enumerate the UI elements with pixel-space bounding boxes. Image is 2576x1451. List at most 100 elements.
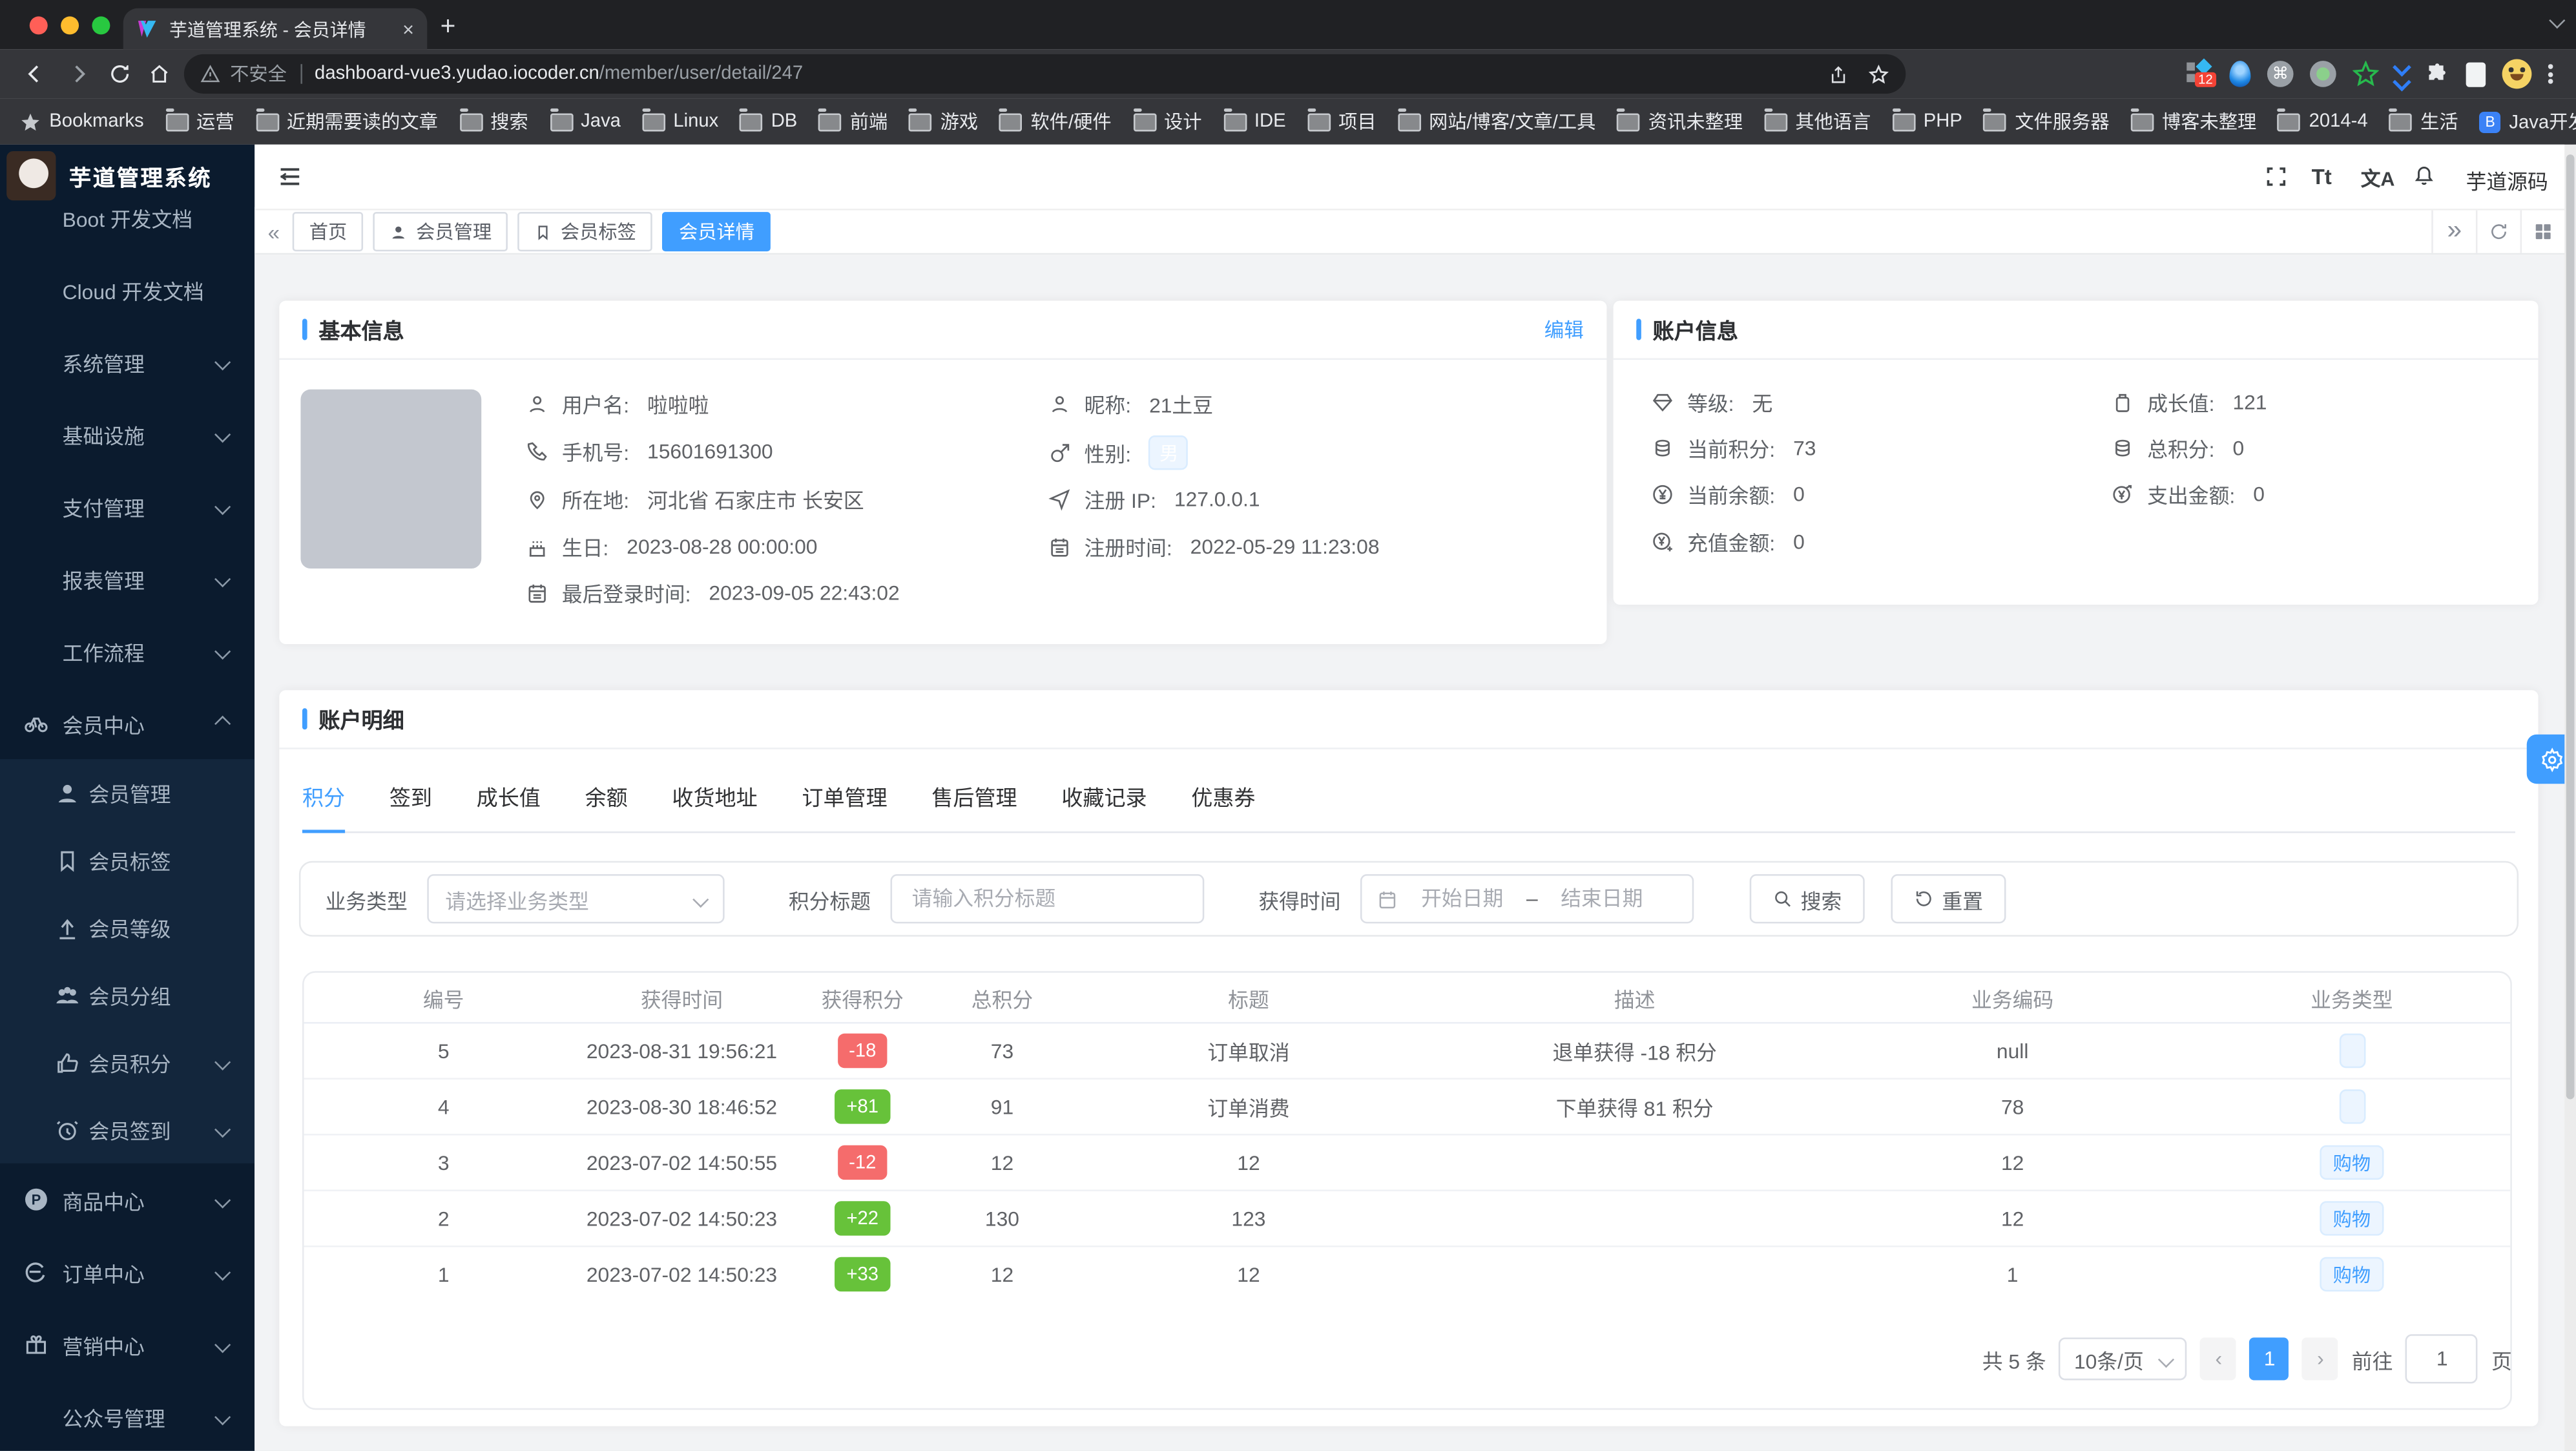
bookmark-folder[interactable]: 其他语言 [1764, 108, 1871, 135]
tag-member-manage[interactable]: 会员管理 [373, 212, 508, 252]
tags-menu-icon[interactable] [2520, 210, 2565, 253]
table-row[interactable]: 1 2023-07-02 14:50:23 +33 12 12 1 购物 [304, 1247, 2511, 1301]
table-row[interactable]: 5 2023-08-31 19:56:21 -18 73 订单取消 退单获得 -… [304, 1024, 2511, 1080]
bookmark-folder[interactable]: PHP [1892, 108, 1962, 131]
sidebar-item-member-manage[interactable]: 会员管理 [0, 759, 254, 826]
tab-points[interactable]: 积分 [302, 766, 346, 833]
tab-growth[interactable]: 成长值 [477, 766, 541, 831]
tags-scroll-left-icon[interactable]: « [268, 220, 280, 244]
extension-tago-icon[interactable]: 12 [2186, 58, 2216, 87]
bookmark-folder[interactable]: DB [740, 108, 797, 131]
bookmark-folder[interactable]: 文件服务器 [1983, 108, 2110, 135]
bookmark-folder[interactable]: 生活 [2389, 108, 2458, 135]
sidebar-item-member-group[interactable]: 会员分组 [0, 961, 254, 1028]
window-close-button[interactable] [29, 16, 48, 35]
extension-sidebar-icon[interactable] [2466, 61, 2486, 87]
extensions-puzzle-icon[interactable] [2425, 61, 2449, 86]
date-range-picker[interactable]: – [1360, 874, 1694, 924]
page-size-select[interactable]: 10条/页 [2059, 1337, 2188, 1381]
tag-member-tag[interactable]: 会员标签 [517, 212, 653, 252]
biz-type-select[interactable]: 请选择业务类型 [427, 874, 725, 924]
app-logo[interactable]: 芋道管理系统 [0, 144, 255, 207]
sidebar-item-mp-manage[interactable]: 公众号管理 [0, 1380, 254, 1450]
tab-signin[interactable]: 签到 [390, 766, 432, 831]
tab-address[interactable]: 收货地址 [672, 766, 757, 831]
prev-page-button[interactable]: ‹ [2200, 1337, 2237, 1381]
bookmark-folder[interactable]: 搜索 [459, 108, 528, 135]
bookmark-folder[interactable]: 资讯未整理 [1617, 108, 1743, 135]
sidebar-item-payment[interactable]: 支付管理 [0, 470, 254, 542]
bookmark-folder[interactable]: 前端 [818, 108, 888, 135]
bookmark-folder[interactable]: 游戏 [909, 108, 978, 135]
table-row[interactable]: 3 2023-07-02 14:50:55 -12 12 12 12 购物 [304, 1135, 2511, 1191]
profile-avatar[interactable] [2502, 59, 2532, 89]
bookmark-folder[interactable]: Java [549, 108, 621, 131]
sidebar-item-member-signin[interactable]: 会员签到 [0, 1096, 254, 1163]
browser-menu-icon[interactable] [2548, 64, 2553, 84]
fullscreen-icon[interactable] [2265, 166, 2287, 187]
browser-tab[interactable]: 芋道管理系统 - 会员详情 × [123, 8, 428, 50]
url-bar[interactable]: 不安全 dashboard-vue3.yudao.iocoder.cn/memb… [183, 54, 1906, 94]
bookmark-folder[interactable]: 项目 [1307, 108, 1376, 135]
home-icon[interactable] [148, 63, 171, 86]
bookmark-folder[interactable]: 运营 [165, 108, 234, 135]
bookmark-folder[interactable]: Linux [642, 108, 718, 131]
share-icon[interactable] [1829, 63, 1849, 85]
tags-refresh-icon[interactable] [2475, 210, 2520, 253]
extension-vue-devtools-icon[interactable] [2393, 57, 2411, 91]
sidebar-item-report[interactable]: 报表管理 [0, 542, 254, 614]
search-button[interactable]: 搜索 [1749, 874, 1865, 924]
bookmark-folder[interactable]: 设计 [1132, 108, 1202, 135]
bookmark-java-group[interactable]: BJava开发 | 小组首... [2479, 109, 2576, 135]
back-icon[interactable] [23, 63, 47, 86]
table-row[interactable]: 4 2023-08-30 18:46:52 +81 91 订单消费 下单获得 8… [304, 1080, 2511, 1136]
extension-star-icon[interactable] [2353, 61, 2379, 87]
font-size-icon[interactable]: Tt [2312, 164, 2332, 189]
sidebar-item-member-level[interactable]: 会员等级 [0, 894, 254, 961]
tabstrip-chevron-icon[interactable] [2549, 12, 2566, 29]
tag-member-detail[interactable]: 会员详情 [662, 212, 771, 252]
tab-coupons[interactable]: 优惠券 [1191, 766, 1255, 831]
sidebar-item-member-points[interactable]: 会员积分 [0, 1028, 254, 1096]
bookmark-folder[interactable]: 近期需要读的文章 [255, 108, 438, 135]
bookmark-folder[interactable]: 网站/博客/文章/工具 [1397, 108, 1595, 135]
tab-balance[interactable]: 余额 [585, 766, 628, 831]
table-row[interactable]: 2 2023-07-02 14:50:23 +22 130 123 12 购物 [304, 1191, 2511, 1247]
extension-recorder-icon[interactable] [2310, 61, 2336, 87]
start-date-input[interactable] [1407, 885, 1517, 912]
new-tab-button[interactable]: + [441, 12, 456, 45]
forward-icon[interactable] [67, 63, 90, 86]
window-zoom-button[interactable] [92, 16, 110, 35]
bell-icon[interactable] [2412, 163, 2436, 187]
reset-button[interactable]: 重置 [1891, 874, 2006, 924]
end-date-input[interactable] [1547, 885, 1656, 912]
page-scrollbar[interactable] [2564, 144, 2576, 1451]
sidebar-item-product-center[interactable]: P 商品中心 [0, 1164, 254, 1236]
tab-orders[interactable]: 订单管理 [802, 766, 887, 831]
goto-page-input[interactable] [2405, 1334, 2478, 1384]
bookmark-folder[interactable]: 2014-4 [2278, 108, 2368, 131]
tab-favorites[interactable]: 收藏记录 [1061, 766, 1147, 831]
extension-balloon-icon[interactable] [2229, 61, 2251, 87]
scrollbar-thumb[interactable] [2566, 154, 2575, 1100]
sidebar-item-order-center[interactable]: 订单中心 [0, 1236, 254, 1308]
reload-icon[interactable] [109, 63, 132, 86]
sidebar-item-system[interactable]: 系统管理 [0, 326, 254, 398]
sidebar-item-cloud-docs[interactable]: Cloud 开发文档 [0, 253, 254, 326]
sidebar-item-marketing-center[interactable]: 营销中心 [0, 1308, 254, 1381]
bookmark-folder[interactable]: 软件/硬件 [999, 108, 1112, 135]
bookmarks-manager[interactable]: Bookmarks [20, 111, 144, 132]
window-minimize-button[interactable] [61, 16, 79, 35]
sidebar-item-member-center[interactable]: 会员中心 [0, 687, 254, 759]
sidebar-item-member-tag[interactable]: 会员标签 [0, 826, 254, 893]
tag-home[interactable]: 首页 [293, 212, 364, 252]
tab-close-icon[interactable]: × [402, 17, 414, 41]
bookmark-star-icon[interactable] [1868, 63, 1889, 85]
next-page-button[interactable]: › [2302, 1337, 2339, 1381]
points-title-input[interactable] [908, 885, 1187, 912]
bookmark-folder[interactable]: 博客未整理 [2130, 108, 2256, 135]
current-user[interactable]: 芋道源码 [2466, 164, 2548, 195]
locale-icon[interactable]: 文A [2361, 164, 2395, 192]
sidebar-item-workflow[interactable]: 工作流程 [0, 614, 254, 687]
tab-aftersale[interactable]: 售后管理 [931, 766, 1017, 831]
